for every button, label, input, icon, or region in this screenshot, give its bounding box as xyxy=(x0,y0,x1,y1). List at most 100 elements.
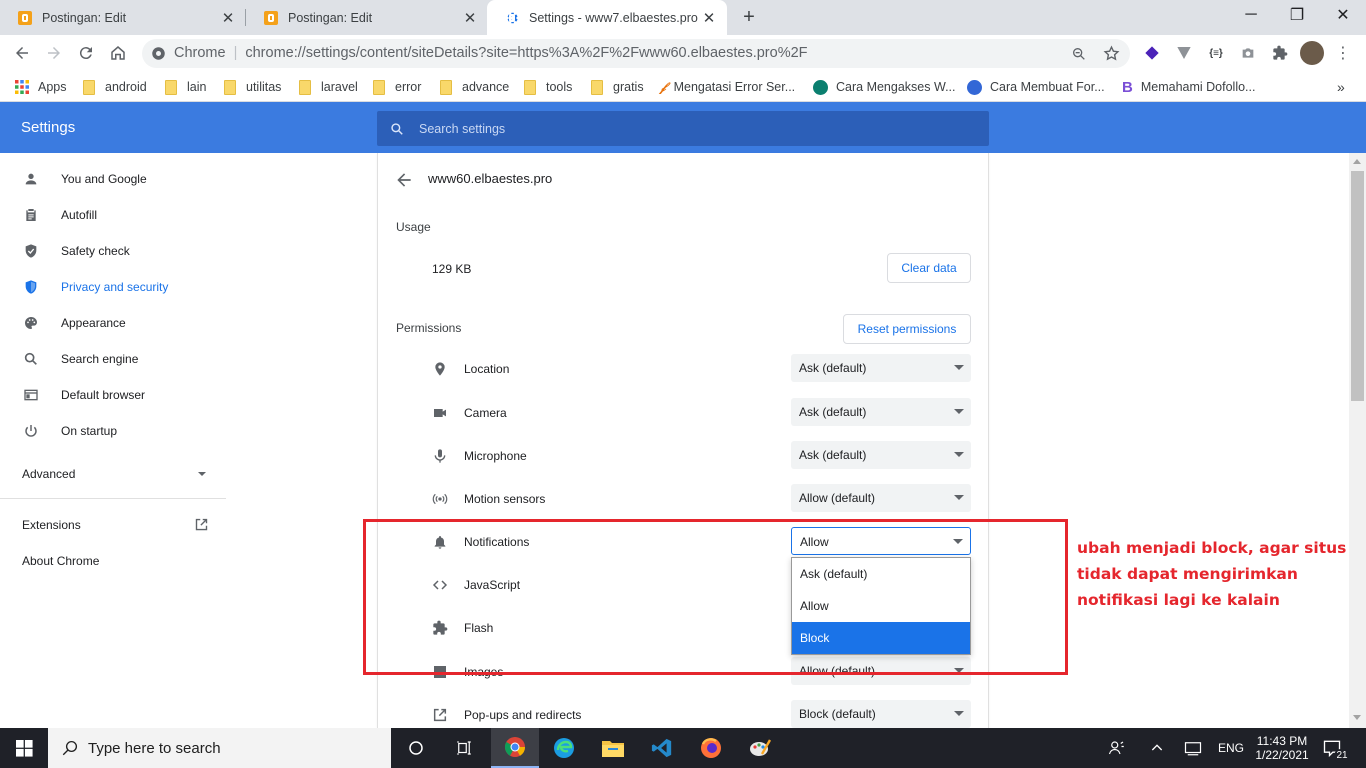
bookmark-folder-laravel[interactable]: laravel xyxy=(299,77,358,97)
bookmark-cara-membuat[interactable]: Cara Membuat For... xyxy=(967,77,1105,97)
taskbar-edge-icon[interactable] xyxy=(540,728,588,768)
restore-button[interactable]: ❐ xyxy=(1274,0,1320,30)
microphone-select[interactable]: Ask (default) xyxy=(791,441,971,469)
sidebar-item-privacy-and-security[interactable]: Privacy and security xyxy=(0,269,226,305)
bookmark-label: gratis xyxy=(613,80,644,94)
sidebar-item-label: On startup xyxy=(61,424,118,438)
arrow-left-icon[interactable] xyxy=(394,170,414,190)
camera-select[interactable]: Ask (default) xyxy=(791,398,971,426)
address-bar[interactable]: Chrome | chrome://settings/content/siteDet… xyxy=(142,39,1130,68)
menu-dots-icon[interactable]: ⋮ xyxy=(1333,43,1353,63)
taskbar-file-explorer-icon[interactable] xyxy=(589,728,637,768)
select-value: Ask (default) xyxy=(799,448,867,462)
bookmark-folder-advance[interactable]: advance xyxy=(440,77,509,97)
browser-toolbar: Chrome | chrome://settings/content/siteDet… xyxy=(0,35,1366,71)
dropdown-arrow-icon xyxy=(954,409,964,414)
bookmark-label: error xyxy=(395,80,422,94)
clear-data-button[interactable]: Clear data xyxy=(887,253,971,283)
reload-button[interactable] xyxy=(72,39,100,67)
bookmark-mengatasi-error[interactable]: 𝒻 Mengatasi Error Ser... xyxy=(660,77,795,97)
search-icon xyxy=(391,123,403,135)
bookmark-folder-utilitas[interactable]: utilitas xyxy=(224,77,281,97)
sidebar-item-default-browser[interactable]: Default browser xyxy=(0,377,226,413)
open-in-new-icon[interactable] xyxy=(194,517,209,532)
bookmark-folder-gratis[interactable]: gratis xyxy=(591,77,644,97)
sidebar-extensions[interactable]: Extensions xyxy=(22,518,81,532)
extension-vue-icon[interactable] xyxy=(1174,43,1194,63)
bookmark-apps[interactable]: Apps xyxy=(15,77,67,97)
tab-postingan-edit-1[interactable]: Postingan: Edit ✕ xyxy=(0,0,246,35)
forward-button[interactable] xyxy=(40,39,68,67)
profile-avatar[interactable] xyxy=(1300,41,1324,65)
back-button[interactable] xyxy=(8,39,36,67)
scroll-down-icon[interactable] xyxy=(1353,715,1361,720)
close-icon[interactable]: ✕ xyxy=(462,9,478,27)
star-icon[interactable] xyxy=(1103,45,1120,62)
taskbar-paint-icon[interactable] xyxy=(736,728,784,768)
bookmark-folder-lain[interactable]: lain xyxy=(165,77,206,97)
zoom-icon[interactable] xyxy=(1071,46,1087,62)
scroll-up-icon[interactable] xyxy=(1353,159,1361,164)
bookmark-cara-mengakses[interactable]: Cara Mengakses W... xyxy=(813,77,956,97)
sidebar-item-appearance[interactable]: Appearance xyxy=(0,305,226,341)
bookmark-label: Apps xyxy=(38,80,67,94)
bookmark-memahami-dofollow[interactable]: B Memahami Dofollo... xyxy=(1122,77,1255,97)
extensions-puzzle-icon[interactable] xyxy=(1270,43,1290,63)
taskbar-chrome-icon[interactable] xyxy=(491,728,539,768)
keyboard-icon[interactable] xyxy=(1184,728,1202,768)
people-icon[interactable] xyxy=(1108,728,1126,768)
language-indicator[interactable]: ENG xyxy=(1218,728,1244,768)
tab-postingan-edit-2[interactable]: Postingan: Edit ✕ xyxy=(246,0,488,35)
sidebar-advanced[interactable]: Advanced xyxy=(22,467,75,481)
home-button[interactable] xyxy=(104,39,132,67)
new-tab-button[interactable]: + xyxy=(737,5,761,29)
task-view-icon[interactable] xyxy=(440,728,488,768)
power-icon xyxy=(22,422,40,440)
dropdown-arrow-icon xyxy=(954,495,964,500)
extension-purple-icon[interactable] xyxy=(1142,43,1162,63)
folder-icon xyxy=(524,79,536,95)
extension-camera-icon[interactable] xyxy=(1238,43,1258,63)
scrollbar-thumb[interactable] xyxy=(1351,171,1364,401)
settings-search[interactable] xyxy=(377,111,989,146)
home-icon xyxy=(111,46,125,60)
sidebar-item-on-startup[interactable]: On startup xyxy=(0,413,226,449)
sidebar-item-autofill[interactable]: Autofill xyxy=(0,197,226,233)
location-select[interactable]: Ask (default) xyxy=(791,354,971,382)
close-window-button[interactable]: ✕ xyxy=(1320,0,1366,30)
sidebar-item-you-and-google[interactable]: You and Google xyxy=(0,161,226,197)
sidebar-item-safety-check[interactable]: Safety check xyxy=(0,233,226,269)
taskbar-vscode-icon[interactable] xyxy=(638,728,686,768)
extension-json-icon[interactable]: {≡} xyxy=(1206,43,1226,63)
bookmark-folder-tools[interactable]: tools xyxy=(524,77,572,97)
sidebar-item-search-engine[interactable]: Search engine xyxy=(0,341,226,377)
tab-title: Settings - www7.elbaestes.pro xyxy=(529,10,698,25)
close-icon[interactable]: ✕ xyxy=(701,9,717,27)
cortana-icon[interactable] xyxy=(392,728,440,768)
search-settings-input[interactable] xyxy=(417,111,977,146)
address-site: Chrome xyxy=(174,45,226,61)
taskbar-firefox-icon[interactable] xyxy=(687,728,735,768)
palette-icon xyxy=(22,314,40,332)
close-icon[interactable]: ✕ xyxy=(220,9,236,27)
minimize-button[interactable]: ─ xyxy=(1228,0,1274,30)
chevron-down-icon[interactable] xyxy=(198,472,206,476)
page-scrollbar[interactable] xyxy=(1349,153,1366,728)
bookmark-folder-error[interactable]: error xyxy=(373,77,421,97)
address-text: Chrome | chrome://settings/content/siteDet… xyxy=(174,45,808,61)
bookmark-folder-android[interactable]: android xyxy=(83,77,147,97)
taskbar-search[interactable]: Type here to search xyxy=(48,728,391,768)
bookmarks-overflow-icon[interactable]: » xyxy=(1337,77,1345,97)
clock-time: 11:43 PM xyxy=(1256,734,1308,748)
popups-select[interactable]: Block (default) xyxy=(791,700,971,728)
windows-start-icon[interactable] xyxy=(0,728,48,768)
motion-sensors-select[interactable]: Allow (default) xyxy=(791,484,971,512)
taskbar-clock[interactable]: 11:43 PM 1/22/2021 xyxy=(1255,728,1308,768)
sidebar-about-chrome[interactable]: About Chrome xyxy=(22,554,99,568)
reset-permissions-button[interactable]: Reset permissions xyxy=(843,314,971,344)
tab-settings[interactable]: Settings - www7.elbaestes.pro ✕ xyxy=(487,0,727,35)
arrow-left-icon xyxy=(16,47,28,59)
chevron-up-icon[interactable] xyxy=(1149,728,1165,768)
folder-icon xyxy=(224,79,236,95)
notification-center-icon[interactable]: 21 xyxy=(1322,728,1350,768)
